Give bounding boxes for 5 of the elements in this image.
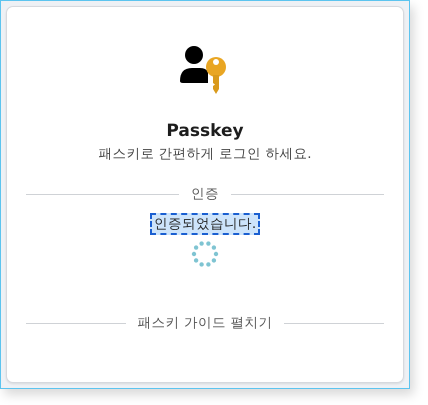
subtitle: 패스키로 간편하게 로그인 하세요. [98,145,312,163]
section-label: 인증 [191,185,219,203]
title: Passkey [166,121,244,141]
guide-toggle[interactable]: 패스키 가이드 펼치기 [138,314,272,332]
status-message: 인증되었습니다. [150,213,260,235]
